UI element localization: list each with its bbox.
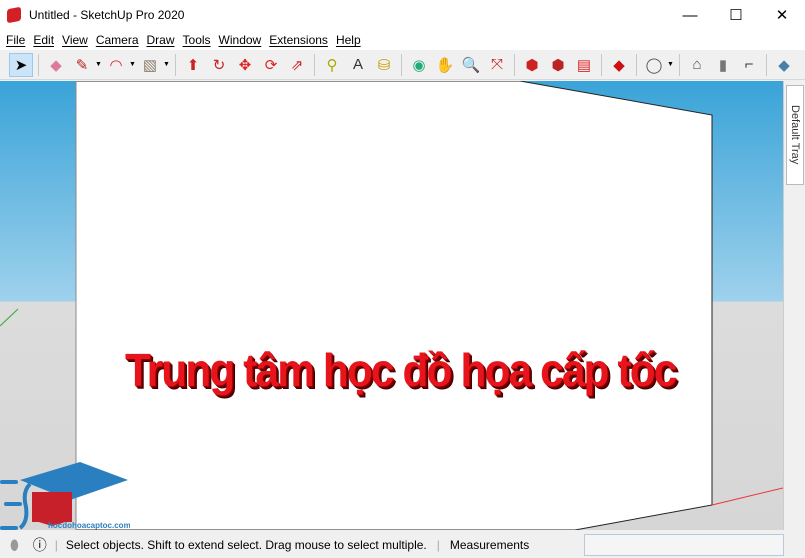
account-icon[interactable]: ◯ [642,53,666,77]
info-icon[interactable]: ⓘ [33,535,47,555]
ruby-icon[interactable]: ◆ [607,53,631,77]
menu-extensions[interactable]: Extensions [265,33,332,47]
box-icon[interactable]: ◆ [772,53,796,77]
toolbar-separator [175,53,176,76]
arc-icon[interactable]: ◠ [104,53,128,77]
zoom-extents-icon[interactable]: ⤧ [485,53,509,77]
pan-icon[interactable]: ✋ [433,53,457,77]
menu-camera[interactable]: Camera [92,33,143,47]
menu-file[interactable]: File [2,33,29,47]
house-icon[interactable]: ⌂ [685,53,709,77]
menu-edit[interactable]: Edit [29,33,58,47]
logo-text: hocdohoacaptoc.com [48,521,130,530]
toolbar-separator [514,53,515,76]
maximize-button[interactable]: ☐ [713,0,759,30]
wall-icon[interactable]: ⌐ [737,53,761,77]
green-axis [0,308,19,327]
red-axis [711,487,783,506]
window-title: Untitled - SketchUp Pro 2020 [29,8,185,22]
dropdown-arrow-icon[interactable]: ▼ [129,61,137,68]
tape-measure-icon[interactable]: ⚲ [320,53,344,77]
geo-location-icon[interactable]: ⬮ [10,537,19,554]
extension-warehouse-icon[interactable]: ⬢ [546,53,570,77]
menu-tools[interactable]: Tools [179,33,215,47]
toolbar-separator [38,53,39,76]
follow-me-icon[interactable]: ↻ [207,53,231,77]
minimize-button[interactable]: — [667,0,713,30]
layout-icon[interactable]: ▤ [572,53,596,77]
zoom-icon[interactable]: 🔍 [459,53,483,77]
warehouse-icon[interactable]: ⬢ [520,53,544,77]
paint-bucket-icon[interactable]: ⛁ [372,53,396,77]
status-bar: ⬮ ⓘ | Select objects. Shift to extend se… [0,532,805,558]
menu-draw[interactable]: Draw [143,33,179,47]
menu-view[interactable]: View [58,33,92,47]
close-button[interactable]: ✕ [759,0,805,30]
rectangle-icon[interactable]: ▧ [138,53,162,77]
toolbar-separator [601,53,602,76]
watermark-logo: hocdohoacaptoc.com [0,462,130,530]
default-tray: Default Tray [783,81,805,530]
dropdown-arrow-icon[interactable]: ▼ [667,61,675,68]
menu-help[interactable]: Help [332,33,365,47]
menu-bar: File Edit View Camera Draw Tools Window Extensi… [0,30,805,50]
status-hint: Select objects. Shift to extend select. … [65,538,427,552]
orbit-icon[interactable]: ◉ [407,53,431,77]
move-icon[interactable]: ✥ [233,53,257,77]
push-pull-icon[interactable]: ⬆ [181,53,205,77]
default-tray-tab[interactable]: Default Tray [786,85,804,185]
pencil-icon[interactable]: ✎ [70,53,94,77]
measurements-input[interactable] [584,534,784,556]
toolbar-separator [636,53,637,76]
dropdown-arrow-icon[interactable]: ▼ [95,61,103,68]
dropdown-arrow-icon[interactable]: ▼ [163,61,171,68]
divider: | [436,538,440,552]
3d-text: Trung tâm học đồ họa cấp tốc [125,344,677,396]
title-bar: Untitled - SketchUp Pro 2020 — ☐ ✕ [0,0,805,30]
toolbar: ➤ ◆ ✎ ▼ ◠ ▼ ▧ ▼ ⬆ ↻ ✥ ⟳ ⇗ ⚲ A ⛁ ◉ ✋ 🔍 ⤧ ⬢ ⬢ ▤ ◆ ◯ ▼ ⌂ ▮ ⌐ ◆ [0,50,805,80]
door-icon[interactable]: ▮ [711,53,735,77]
toolbar-separator [679,53,680,76]
toolbar-separator [314,53,315,76]
wall-face [75,81,713,530]
toolbar-separator [401,53,402,76]
menu-window[interactable]: Window [215,33,266,47]
measurements-label: Measurements [449,538,530,552]
text-icon[interactable]: A [346,53,370,77]
scale-icon[interactable]: ⇗ [285,53,309,77]
rotate-icon[interactable]: ⟳ [259,53,283,77]
toolbar-separator [766,53,767,76]
divider: | [54,538,58,552]
sketchup-logo-icon [7,6,21,24]
select-icon[interactable]: ➤ [9,52,33,77]
eraser-icon[interactable]: ◆ [44,53,68,77]
